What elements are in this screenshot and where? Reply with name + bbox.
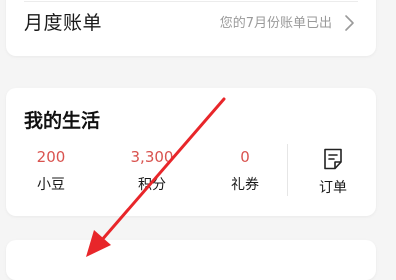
bottom-card xyxy=(6,240,376,280)
divider xyxy=(24,1,358,2)
chevron-right-icon xyxy=(345,15,354,31)
stat-coupons-label: 礼券 xyxy=(231,177,259,193)
stat-points[interactable]: 3,300 积分 xyxy=(117,146,187,194)
monthly-bill-title: 月度账单 xyxy=(24,12,103,34)
stat-beans-value: 200 xyxy=(36,148,66,166)
stat-points-label: 积分 xyxy=(138,177,166,193)
order-label: 订单 xyxy=(319,180,347,196)
stat-coupons[interactable]: 0 礼券 xyxy=(210,146,280,194)
stat-coupons-value: 0 xyxy=(240,148,250,166)
order-document-icon xyxy=(324,148,342,170)
stat-beans-label: 小豆 xyxy=(37,177,65,193)
stat-points-value: 3,300 xyxy=(130,148,174,166)
my-life-title: 我的生活 xyxy=(24,110,101,132)
monthly-bill-hint: 您的7月份账单已出 xyxy=(219,16,332,31)
monthly-bill-row[interactable]: 月度账单 您的7月份账单已出 xyxy=(6,4,376,44)
stats-divider xyxy=(287,144,288,196)
my-life-card: 我的生活 200 小豆 3,300 积分 0 礼券 订单 xyxy=(6,88,376,216)
order-entry[interactable]: 订单 xyxy=(303,147,363,197)
top-card: 月度账单 您的7月份账单已出 xyxy=(6,0,376,56)
stat-beans[interactable]: 200 小豆 xyxy=(16,146,86,194)
